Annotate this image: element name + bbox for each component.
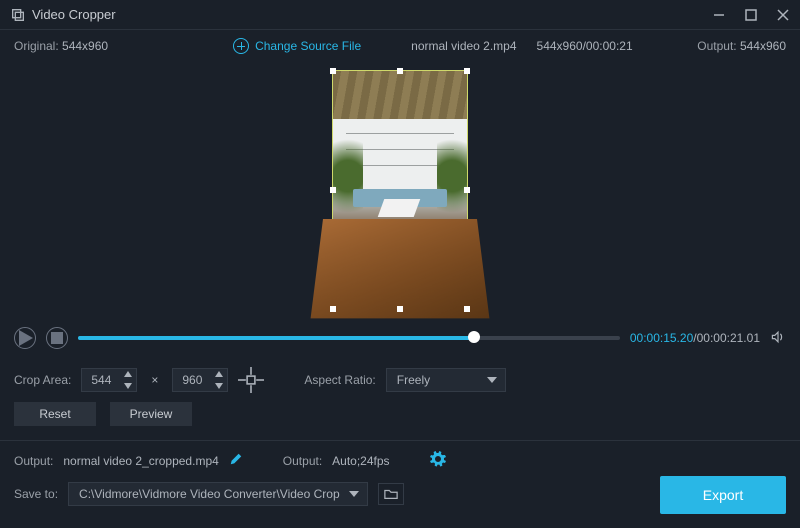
output-res-value: 544x960	[740, 39, 786, 53]
save-path-select[interactable]: C:\Vidmore\Vidmore Video Converter\Video…	[68, 482, 368, 506]
seek-slider[interactable]	[78, 336, 620, 340]
crop-frame[interactable]	[332, 70, 468, 310]
save-to-label: Save to:	[14, 487, 58, 501]
volume-button[interactable]	[770, 329, 786, 348]
multiply-symbol: ×	[147, 373, 162, 387]
minimize-button[interactable]	[712, 8, 726, 22]
current-time: 00:00:15.20	[630, 331, 693, 345]
window-controls	[712, 8, 790, 22]
crop-height-value: 960	[173, 373, 211, 387]
export-button[interactable]: Export	[660, 476, 786, 514]
output-file-label: Output:	[14, 454, 53, 468]
preview-button[interactable]: Preview	[110, 402, 192, 426]
app-icon	[10, 7, 26, 23]
title-bar: Video Cropper	[0, 0, 800, 30]
timeline: 00:00:15.20/00:00:21.01	[0, 318, 800, 358]
crop-handle-bc[interactable]	[397, 306, 403, 312]
plus-icon	[233, 38, 249, 54]
crop-handle-tr[interactable]	[464, 68, 470, 74]
original-res-value: 544x960	[62, 39, 108, 53]
reset-button[interactable]: Reset	[14, 402, 96, 426]
center-crop-button[interactable]	[238, 367, 264, 393]
output-format-value: Auto;24fps	[332, 454, 389, 468]
play-button[interactable]	[14, 327, 36, 349]
crop-width-value: 544	[82, 373, 120, 387]
close-button[interactable]	[776, 8, 790, 22]
crop-handle-bl[interactable]	[330, 306, 336, 312]
chevron-down-icon	[487, 377, 497, 383]
app-title: Video Cropper	[32, 7, 712, 22]
edit-filename-button[interactable]	[229, 452, 243, 469]
source-filename: normal video 2.mp4	[411, 39, 516, 53]
save-path-value: C:\Vidmore\Vidmore Video Converter\Video…	[79, 487, 340, 501]
maximize-button[interactable]	[744, 8, 758, 22]
output-format-label: Output:	[283, 454, 322, 468]
stop-button[interactable]	[46, 327, 68, 349]
timecode: 00:00:15.20/00:00:21.01	[630, 331, 760, 345]
original-label: Original:	[14, 39, 59, 53]
seek-thumb[interactable]	[468, 331, 480, 343]
action-buttons: Reset Preview	[0, 402, 800, 436]
info-bar: Original: 544x960 Change Source File nor…	[0, 30, 800, 62]
output-settings-button[interactable]	[430, 451, 446, 470]
aspect-ratio-label: Aspect Ratio:	[304, 373, 375, 387]
crop-controls: Crop Area: 544 × 960 Aspect Ratio: Freel…	[0, 358, 800, 402]
aspect-ratio-value: Freely	[397, 373, 430, 387]
video-frame	[333, 71, 467, 309]
crop-height-input[interactable]: 960	[172, 368, 228, 392]
output-filename: normal video 2_cropped.mp4	[63, 454, 218, 468]
aspect-ratio-select[interactable]: Freely	[386, 368, 506, 392]
source-meta: 544x960/00:00:21	[537, 39, 633, 53]
height-up[interactable]	[211, 368, 227, 380]
change-source-label: Change Source File	[255, 39, 361, 53]
change-source-button[interactable]: Change Source File	[233, 38, 361, 54]
output-row: Output: normal video 2_cropped.mp4 Outpu…	[0, 445, 800, 476]
divider	[0, 440, 800, 441]
output-label: Output:	[697, 39, 736, 53]
height-down[interactable]	[211, 380, 227, 392]
open-folder-button[interactable]	[378, 483, 404, 505]
crop-handle-tl[interactable]	[330, 68, 336, 74]
output-resolution: Output: 544x960	[697, 39, 786, 53]
width-down[interactable]	[120, 380, 136, 392]
crop-handle-tc[interactable]	[397, 68, 403, 74]
video-canvas[interactable]	[0, 62, 800, 318]
crop-handle-br[interactable]	[464, 306, 470, 312]
crop-area-label: Crop Area:	[14, 373, 71, 387]
crop-handle-mr[interactable]	[464, 187, 470, 193]
width-up[interactable]	[120, 368, 136, 380]
chevron-down-icon	[349, 491, 359, 497]
original-resolution: Original: 544x960	[14, 39, 108, 53]
crop-handle-ml[interactable]	[330, 187, 336, 193]
total-time: 00:00:21.01	[697, 331, 760, 345]
crop-width-input[interactable]: 544	[81, 368, 137, 392]
